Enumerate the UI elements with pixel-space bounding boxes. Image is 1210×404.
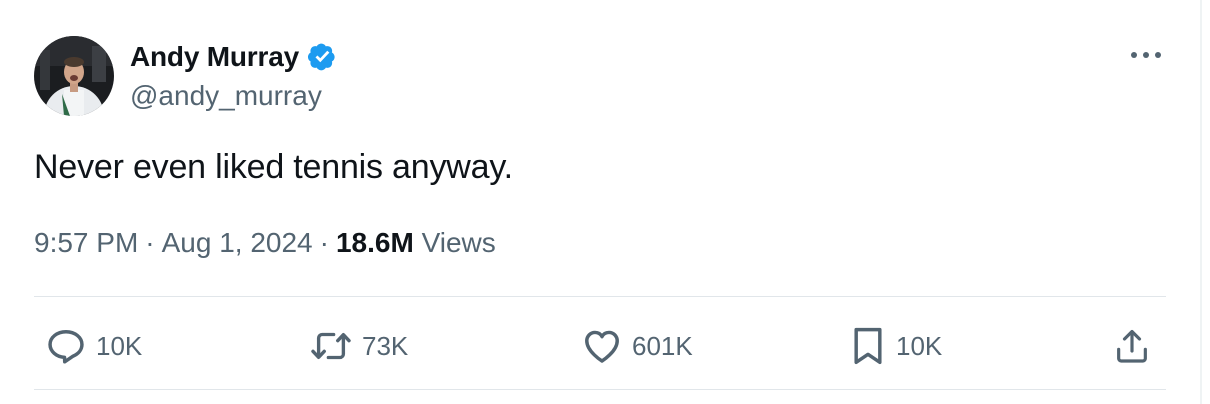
bookmark-button[interactable]: 10K: [848, 324, 942, 368]
author-name-row[interactable]: Andy Murray: [130, 40, 339, 74]
verified-badge-icon[interactable]: [305, 40, 339, 74]
author-handle[interactable]: @andy_murray: [130, 80, 322, 112]
scroll-edge: [1200, 0, 1202, 404]
more-options-icon: [1131, 52, 1161, 58]
meta-separator: ·: [145, 227, 155, 258]
reply-icon: [48, 329, 84, 364]
tweet-text: Never even liked tennis anyway.: [34, 148, 513, 186]
reply-count: 10K: [96, 330, 143, 361]
tweet-meta: 9:57 PM · Aug 1, 2024 · 18.6M Views: [34, 227, 496, 259]
more-options-button[interactable]: [1124, 40, 1168, 70]
heart-icon: [585, 330, 619, 363]
share-icon: [1117, 329, 1147, 363]
tweet-time[interactable]: 9:57 PM: [34, 227, 138, 258]
tweet-date[interactable]: Aug 1, 2024: [162, 227, 313, 258]
like-count: 601K: [632, 330, 693, 361]
divider: [34, 389, 1166, 390]
repost-button[interactable]: 73K: [308, 324, 408, 368]
bookmark-count: 10K: [896, 330, 943, 361]
share-button[interactable]: [1112, 324, 1152, 368]
meta-separator: ·: [319, 227, 329, 258]
bookmark-icon: [854, 327, 882, 365]
repost-icon: [311, 332, 351, 360]
avatar-photo: [34, 36, 114, 116]
divider: [34, 296, 1166, 297]
like-button[interactable]: 601K: [580, 324, 693, 368]
avatar[interactable]: [34, 36, 114, 116]
tweet-card: Andy Murray @andy_murray Never even like…: [0, 0, 1210, 404]
views-label: Views: [421, 227, 496, 258]
reply-button[interactable]: 10K: [44, 324, 142, 368]
author-display-name[interactable]: Andy Murray: [130, 41, 299, 73]
views-count: 18.6M: [335, 227, 414, 258]
repost-count: 73K: [362, 330, 409, 361]
